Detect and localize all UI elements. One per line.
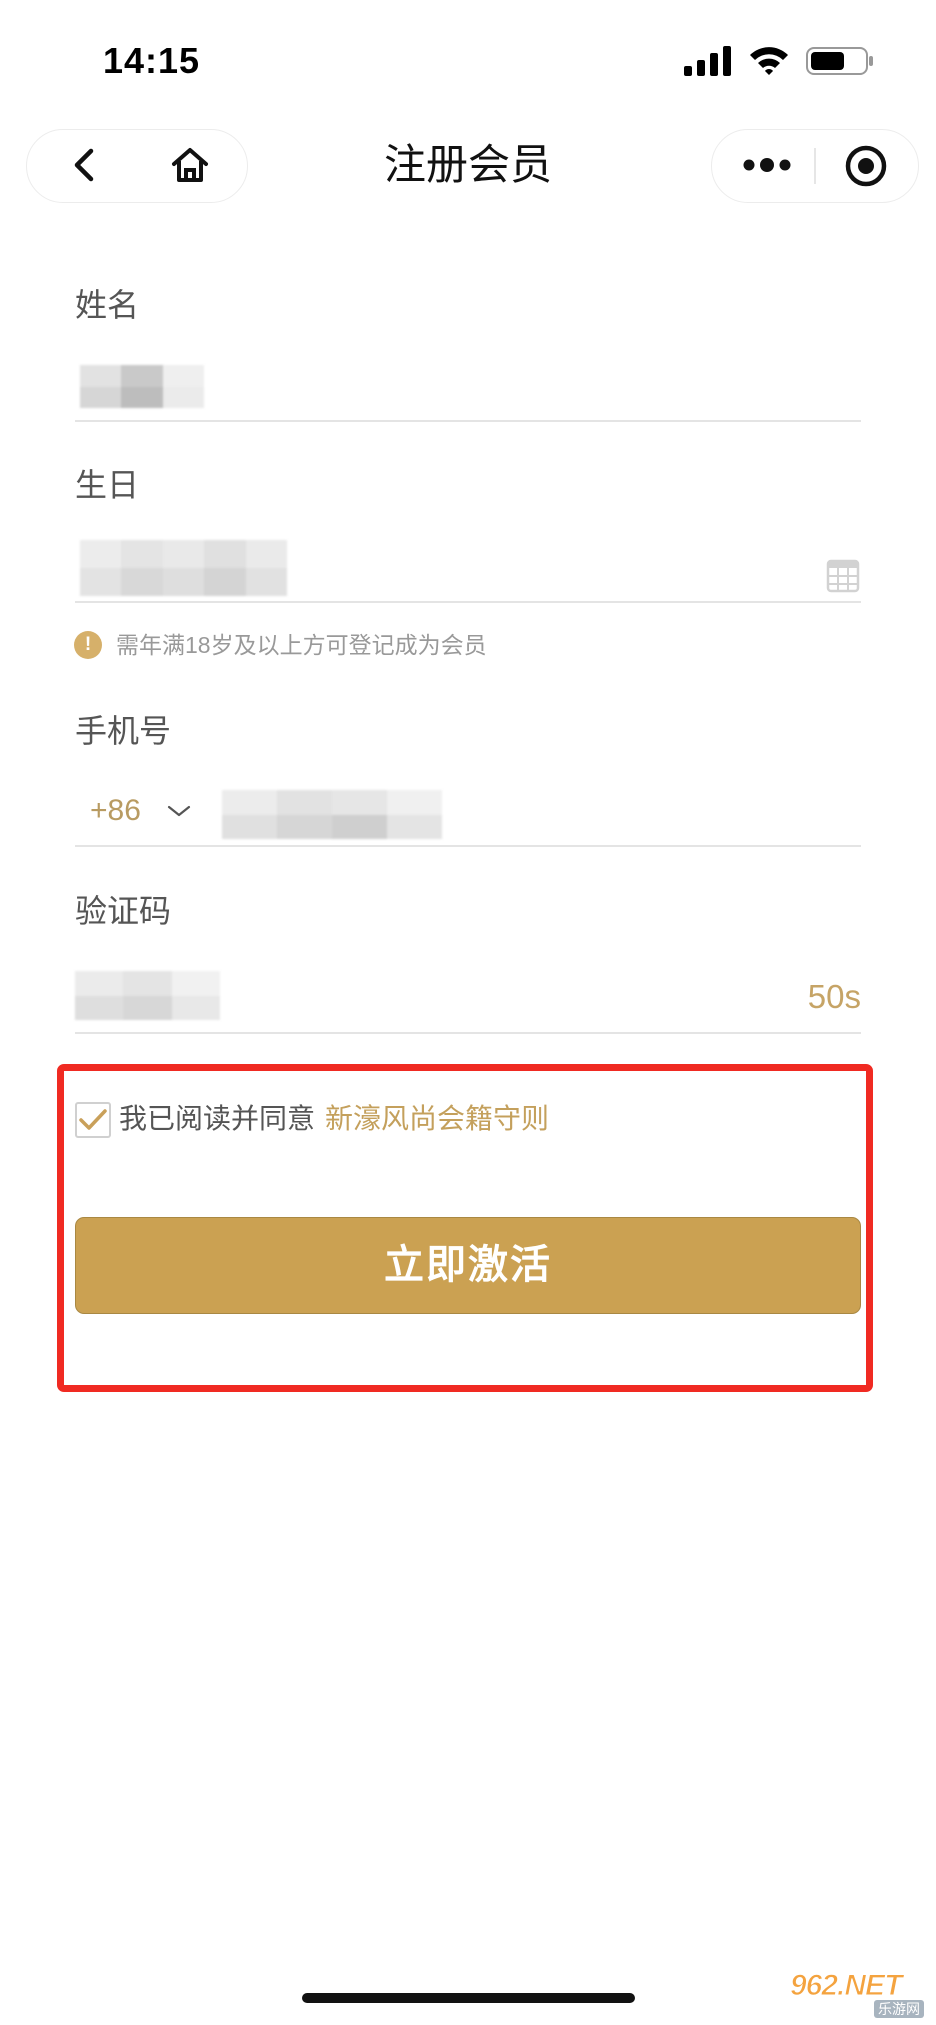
- phone-underline: [75, 845, 861, 847]
- back-chevron-icon: [74, 148, 94, 182]
- agreement-checkbox[interactable]: [75, 1102, 111, 1138]
- activate-button[interactable]: 立即激活: [75, 1217, 861, 1314]
- name-label: 姓名: [75, 287, 140, 323]
- birthday-input[interactable]: [80, 540, 288, 596]
- home-button[interactable]: [166, 142, 214, 188]
- watermark-logo: 962.NET 乐游网: [789, 1969, 930, 2020]
- back-button[interactable]: [62, 142, 106, 188]
- close-miniprogram-button[interactable]: [844, 144, 888, 188]
- target-icon: [845, 145, 887, 187]
- membership-rules-link[interactable]: 新濠风尚会籍守则: [325, 1103, 549, 1134]
- watermark-subtext: 乐游网: [874, 2000, 924, 2018]
- home-icon: [172, 148, 208, 182]
- age-hint: 需年满18岁及以上方可登记成为会员: [116, 632, 487, 658]
- name-underline: [75, 420, 861, 422]
- code-input[interactable]: [75, 971, 220, 1020]
- page-title: 注册会员: [383, 141, 552, 188]
- capsule-divider: [814, 148, 816, 184]
- resend-countdown[interactable]: 50s: [808, 978, 861, 1016]
- battery-icon: [806, 47, 873, 75]
- signal-icon: [684, 46, 731, 76]
- watermark-text: 962.NET: [789, 1969, 902, 2002]
- code-label: 验证码: [75, 893, 172, 929]
- phone-label: 手机号: [75, 713, 172, 749]
- calendar-icon[interactable]: [826, 557, 860, 593]
- more-dots-icon: [743, 158, 791, 172]
- country-code-select[interactable]: +86: [90, 792, 141, 830]
- chevron-down-icon[interactable]: [166, 802, 192, 820]
- status-time: 14:15: [103, 40, 201, 81]
- birthday-label: 生日: [75, 467, 140, 503]
- wifi-icon: [750, 47, 788, 75]
- nav-left-capsule: [26, 129, 248, 203]
- home-indicator[interactable]: [302, 1993, 635, 2003]
- agreement-text: 我已阅读并同意 新濠风尚会籍守则: [119, 1101, 549, 1137]
- exclamation-icon: !: [74, 631, 102, 659]
- name-input[interactable]: [80, 365, 204, 408]
- more-button[interactable]: [740, 148, 794, 182]
- birthday-underline: [75, 601, 861, 603]
- agreement-prefix: 我已阅读并同意: [119, 1103, 316, 1134]
- code-underline: [75, 1032, 861, 1034]
- phone-input[interactable]: [222, 790, 442, 839]
- checkmark-icon: [79, 1109, 107, 1130]
